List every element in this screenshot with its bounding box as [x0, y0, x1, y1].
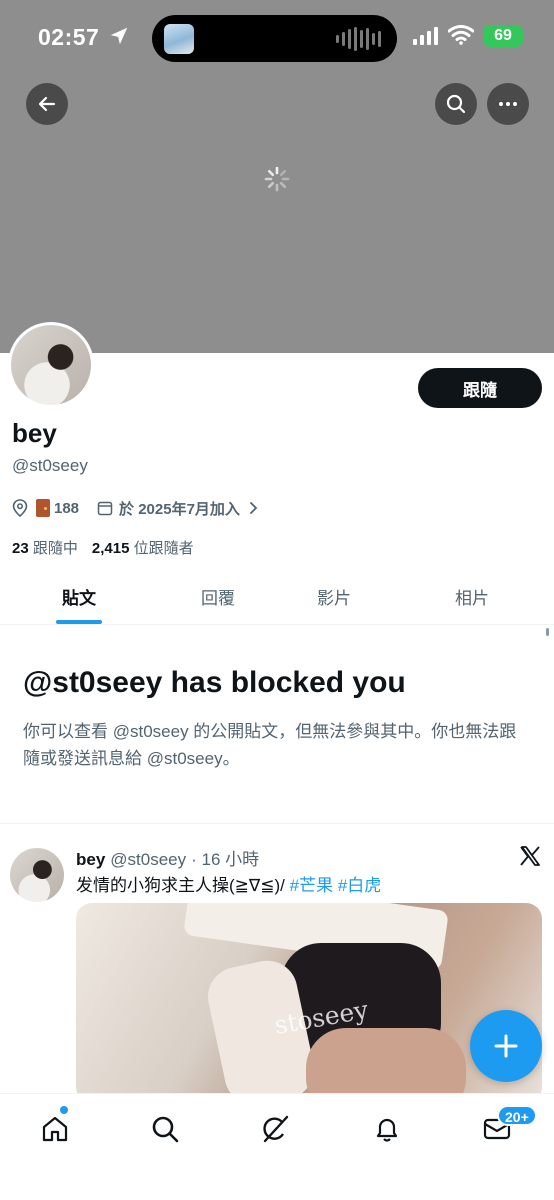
x-logo-icon [520, 846, 540, 866]
blocked-message: 你可以查看 @st0seey 的公開貼文，但無法參與其中。你也無法跟隨或發送訊息… [23, 722, 517, 768]
grok-icon [263, 1115, 289, 1143]
search-icon [446, 94, 466, 114]
door-emoji-icon [36, 499, 50, 517]
back-button[interactable] [26, 83, 68, 125]
dynamic-island[interactable] [152, 15, 397, 62]
followers-link[interactable]: 2,415 位跟隨者 [92, 537, 194, 558]
nav-grok[interactable] [258, 1112, 292, 1146]
profile-meta: 188 於 2025年7月加入 [12, 497, 260, 519]
calendar-icon [97, 501, 113, 516]
hashtag-link[interactable]: #白虎 [338, 876, 381, 895]
location-arrow-icon [110, 27, 128, 45]
now-playing-thumbnail [164, 24, 194, 54]
follow-counts: 23 跟隨中 2,415 位跟隨者 [12, 537, 194, 558]
profile-tabs: 貼文 回覆 影片 相片 [0, 574, 554, 625]
notification-dot [60, 1106, 68, 1114]
profile-name: bey [12, 418, 57, 448]
battery-level: 69 [494, 27, 512, 44]
post-avatar[interactable] [10, 848, 64, 902]
tab-photos[interactable]: 相片 [390, 574, 554, 624]
tab-videos[interactable]: 影片 [278, 574, 390, 624]
profile-banner[interactable]: 02:57 69 [0, 0, 554, 353]
audio-waveform-icon [336, 27, 381, 51]
profile-handle: @st0seey [12, 456, 88, 475]
tab-posts[interactable]: 貼文 [0, 574, 158, 624]
scroll-indicator[interactable] [546, 628, 549, 636]
hashtag-link[interactable]: #芒果 [290, 876, 333, 895]
bell-icon [376, 1118, 398, 1142]
following-label: 跟隨中 [32, 540, 78, 557]
cellular-signal-icon [413, 27, 438, 45]
nav-home[interactable] [38, 1112, 72, 1146]
profile-avatar[interactable] [8, 322, 94, 408]
messages-badge: 20+ [497, 1105, 537, 1126]
follow-button[interactable]: 跟隨 [418, 368, 542, 408]
bottom-navigation: 20+ [0, 1093, 554, 1200]
followers-label: 位跟隨者 [133, 540, 194, 557]
plus-icon [494, 1034, 518, 1058]
tab-replies[interactable]: 回覆 [158, 574, 278, 624]
home-icon [42, 1116, 68, 1142]
post-author-handle[interactable]: @st0seey [110, 850, 186, 870]
compose-post-button[interactable] [470, 1010, 542, 1082]
more-dots-icon [499, 102, 517, 106]
battery-indicator: 69 [483, 25, 523, 47]
divider [0, 823, 554, 824]
location-pin-icon [12, 499, 28, 517]
blocked-title: @st0seey has blocked you [23, 666, 406, 699]
status-bar: 02:57 69 [0, 0, 554, 76]
profile-joined[interactable]: 於 2025年7月加入 [119, 498, 240, 519]
nav-notifications[interactable] [370, 1112, 404, 1146]
post-author-name[interactable]: bey [76, 850, 105, 870]
search-button[interactable] [435, 83, 477, 125]
wifi-icon [448, 25, 474, 45]
post-timestamp[interactable]: · 16 小時 [191, 845, 259, 870]
post-body: 发情的小狗求主人操(≧∇≦)/ [76, 876, 290, 895]
following-link[interactable]: 23 跟隨中 [12, 537, 78, 558]
followers-count: 2,415 [91, 540, 130, 557]
search-icon [152, 1116, 179, 1143]
status-time: 02:57 [38, 24, 100, 50]
profile-location: 188 [54, 499, 80, 517]
loading-spinner-icon [264, 166, 290, 192]
chevron-right-icon [250, 502, 258, 514]
more-options-button[interactable] [487, 83, 529, 125]
post-text: 发情的小狗求主人操(≧∇≦)/ #芒果 #白虎 [76, 871, 381, 896]
following-count: 23 [12, 540, 29, 557]
arrow-left-icon [38, 96, 56, 112]
nav-explore[interactable] [148, 1112, 182, 1146]
post-media-image[interactable]: stoseey [76, 903, 542, 1103]
profile-page: 02:57 69 跟隨 bey @st0seey 188 於 2025年7月加入… [0, 0, 554, 1200]
post-header: bey @st0seey · 16 小時 [76, 845, 259, 870]
